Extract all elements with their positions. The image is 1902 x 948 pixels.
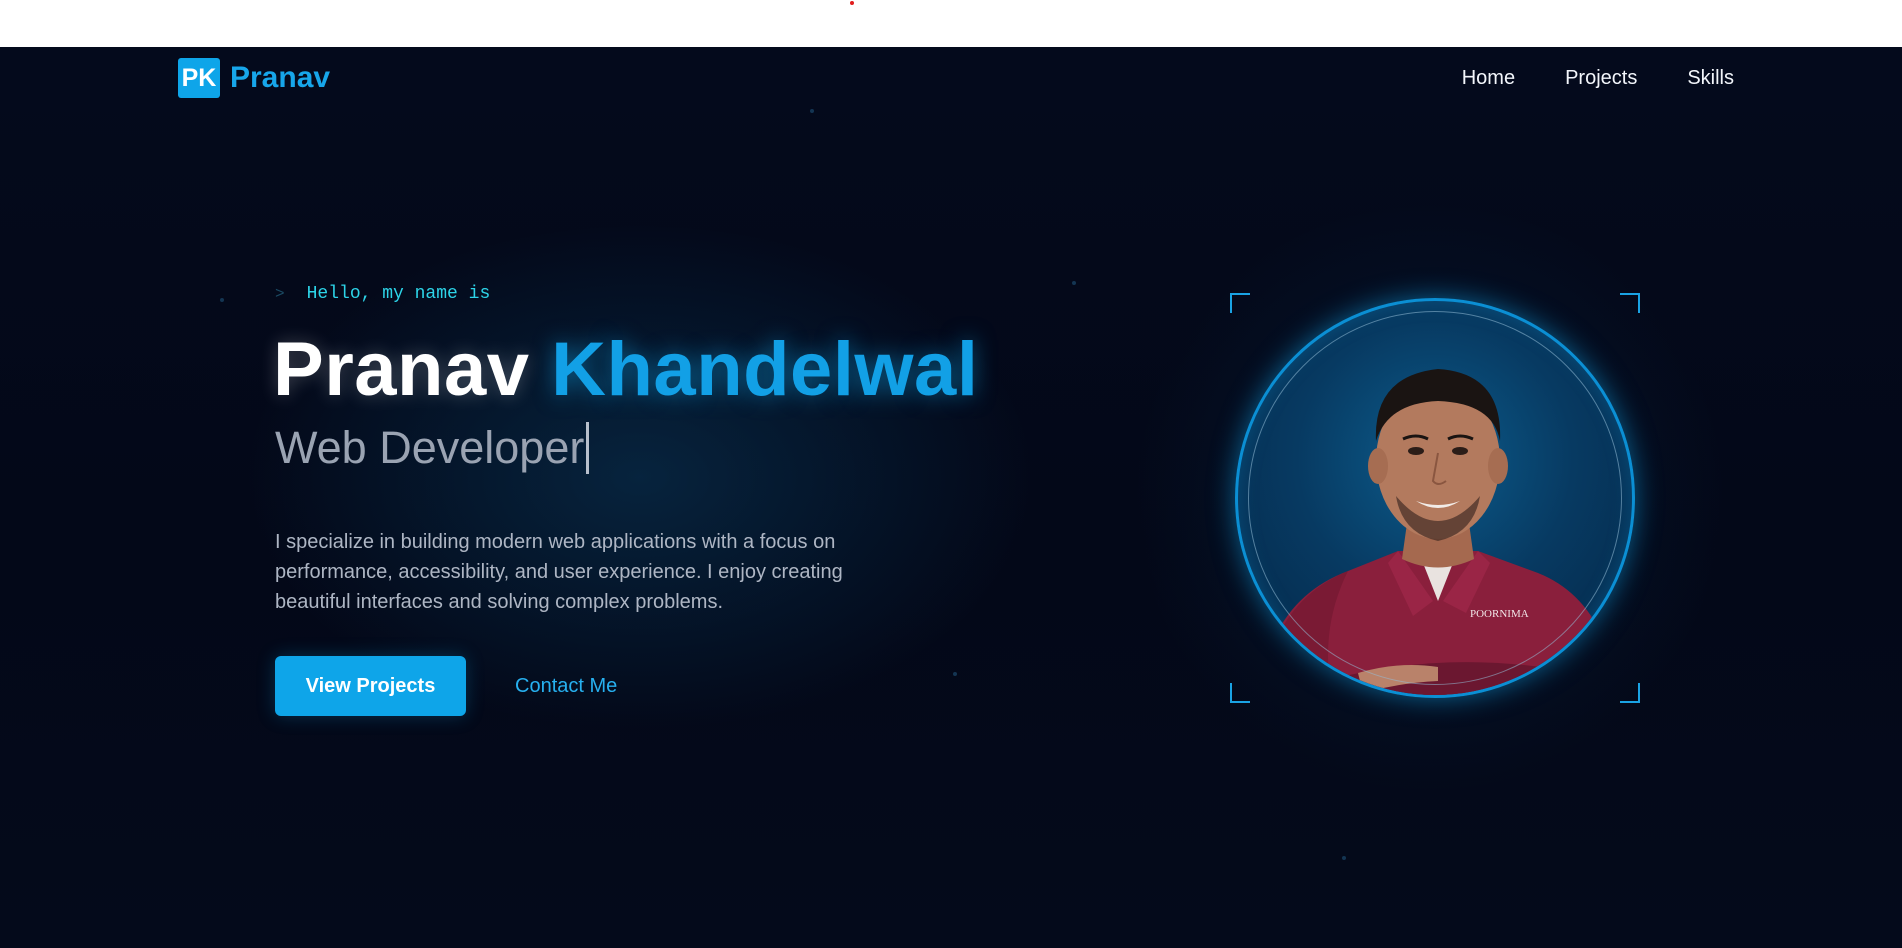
last-name: Khandelwal — [551, 327, 979, 412]
red-dot — [850, 1, 854, 5]
nav-home[interactable]: Home — [1462, 67, 1515, 90]
typing-cursor — [586, 422, 590, 474]
greeting-line: > Hello, my name is — [275, 284, 490, 304]
role-typing: Web Developer — [275, 422, 590, 474]
hero-name: Pranav Khandelwal — [273, 326, 978, 413]
profile-photo-ring: POORNIMA — [1235, 298, 1635, 698]
contact-me-button[interactable]: Contact Me — [515, 656, 617, 716]
background-particle — [1342, 856, 1346, 860]
background-particle — [810, 109, 814, 113]
nav-skills[interactable]: Skills — [1687, 67, 1734, 90]
background-particle — [220, 298, 224, 302]
background-particle — [953, 672, 957, 676]
terminal-caret-icon: > — [275, 285, 285, 303]
bio-paragraph: I specialize in building modern web appl… — [275, 531, 843, 613]
logo-name: Pranav — [230, 61, 331, 94]
logo-link[interactable]: PK Pranav — [178, 58, 330, 98]
profile-frame: POORNIMA — [1230, 293, 1640, 703]
logo-badge: PK — [178, 58, 220, 98]
first-name: Pranav — [273, 327, 530, 412]
top-blank-strip — [0, 0, 1902, 47]
profile-inner-ring — [1248, 311, 1622, 685]
hero-section: PK Pranav Home Projects Skills > Hello, … — [0, 47, 1902, 948]
view-projects-button[interactable]: View Projects — [275, 656, 466, 716]
greeting-text: Hello, my name is — [306, 284, 491, 304]
main-nav: Home Projects Skills — [1462, 67, 1734, 90]
nav-projects[interactable]: Projects — [1565, 67, 1637, 90]
background-particle — [1072, 281, 1076, 285]
role-text: Web Developer — [275, 422, 585, 473]
